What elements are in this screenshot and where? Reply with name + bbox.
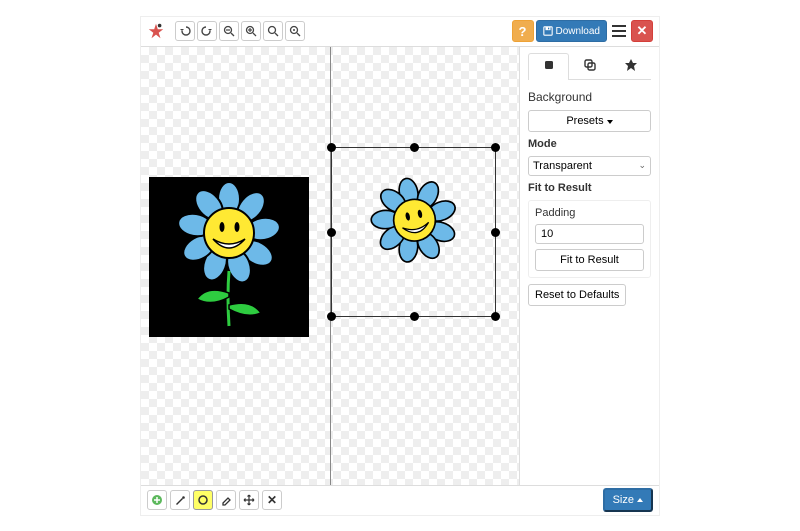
mode-value: Transparent [533, 160, 592, 172]
caret-up-icon [637, 498, 643, 502]
caret-down-icon [607, 120, 613, 124]
fit-fieldset: Padding Fit to Result [528, 200, 651, 278]
delete-tool-button[interactable]: ✕ [262, 490, 282, 510]
presets-button[interactable]: Presets [528, 110, 651, 132]
crop-handle-ml[interactable] [327, 228, 336, 237]
move-icon [243, 494, 255, 506]
help-button[interactable]: ? [512, 20, 534, 42]
tab-favorites[interactable] [610, 53, 651, 79]
sidebar-tabs [528, 53, 651, 80]
crop-handle-tl[interactable] [327, 143, 336, 152]
mode-label: Mode [528, 138, 651, 150]
padding-input[interactable] [535, 224, 644, 244]
download-label: Download [556, 26, 600, 37]
star-icon [624, 58, 638, 72]
reset-defaults-button[interactable]: Reset to Defaults [528, 284, 626, 306]
close-button[interactable]: ✕ [631, 20, 653, 42]
tab-layers[interactable] [569, 53, 610, 79]
move-tool-button[interactable] [239, 490, 259, 510]
square-icon [542, 58, 556, 72]
original-image-panel [149, 177, 309, 337]
x-icon: ✕ [267, 493, 277, 507]
brush-icon [174, 494, 186, 506]
crop-handle-bl[interactable] [327, 312, 336, 321]
fit-section-title: Fit to Result [528, 182, 651, 194]
zoom-fit-button[interactable] [263, 21, 283, 41]
app-logo [147, 22, 165, 40]
undo-button[interactable] [175, 21, 195, 41]
crop-handle-bm[interactable] [410, 312, 419, 321]
sidebar-panel: Background Presets Mode Transparent ⌄ Fi… [519, 47, 659, 485]
circle-icon [197, 494, 209, 506]
flower-result-icon [352, 166, 477, 291]
brush-tool-button[interactable] [170, 490, 190, 510]
save-icon [543, 26, 553, 36]
fit-to-result-button[interactable]: Fit to Result [535, 249, 644, 271]
crop-handle-br[interactable] [491, 312, 500, 321]
crop-handle-mr[interactable] [491, 228, 500, 237]
top-toolbar: ? Download ✕ [141, 17, 659, 47]
background-section-title: Background [528, 90, 651, 104]
crop-handle-tm[interactable] [410, 143, 419, 152]
zoom-out-button[interactable] [219, 21, 239, 41]
plus-circle-icon [151, 494, 163, 506]
redo-button[interactable] [197, 21, 217, 41]
menu-button[interactable] [609, 20, 629, 42]
crop-selection[interactable] [331, 147, 496, 317]
crop-handle-tr[interactable] [491, 143, 500, 152]
add-tool-button[interactable] [147, 490, 167, 510]
flower-original-icon [159, 181, 299, 331]
eraser-icon [220, 494, 232, 506]
canvas-area[interactable] [141, 47, 519, 485]
size-button[interactable]: Size [603, 488, 653, 512]
eraser-tool-button[interactable] [216, 490, 236, 510]
layers-icon [583, 58, 597, 72]
zoom-actual-button[interactable] [285, 21, 305, 41]
tab-single[interactable] [528, 53, 569, 80]
padding-label: Padding [535, 207, 644, 219]
download-button[interactable]: Download [536, 20, 607, 42]
zoom-in-button[interactable] [241, 21, 261, 41]
marker-tool-button[interactable] [193, 490, 213, 510]
mode-select[interactable]: Transparent ⌄ [528, 156, 651, 176]
bottom-toolbar: ✕ Size [141, 485, 659, 515]
chevron-down-icon: ⌄ [638, 160, 646, 171]
